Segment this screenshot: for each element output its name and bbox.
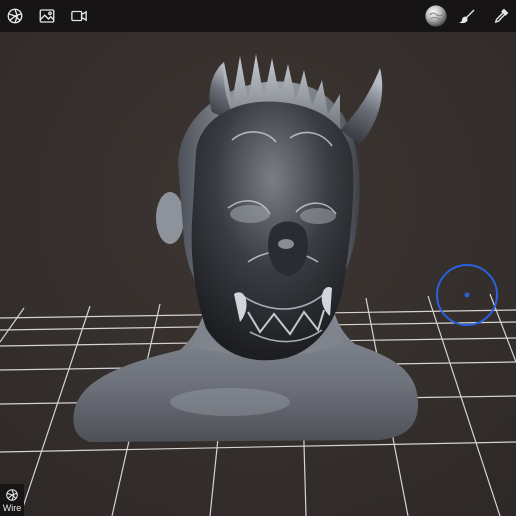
brush-icon xyxy=(459,9,475,24)
scene-icon xyxy=(7,8,23,24)
scene-button[interactable] xyxy=(3,4,27,28)
wireframe-icon xyxy=(6,488,18,501)
matcap-button[interactable] xyxy=(423,3,449,29)
brush-button[interactable] xyxy=(456,4,480,28)
3d-viewport[interactable] xyxy=(0,32,516,516)
wireframe-toggle-button[interactable]: Wire xyxy=(0,484,24,516)
eyedropper-button[interactable] xyxy=(489,4,513,28)
wire-label: Wire xyxy=(2,502,22,513)
eyedropper-icon xyxy=(494,8,509,23)
image-icon xyxy=(39,9,55,23)
video-camera-icon xyxy=(71,10,87,22)
video-button[interactable] xyxy=(67,4,91,28)
top-toolbar xyxy=(0,0,516,32)
sculpt-app: Wire xyxy=(0,0,516,516)
image-button[interactable] xyxy=(35,4,59,28)
matcap-sphere-icon xyxy=(425,5,447,27)
